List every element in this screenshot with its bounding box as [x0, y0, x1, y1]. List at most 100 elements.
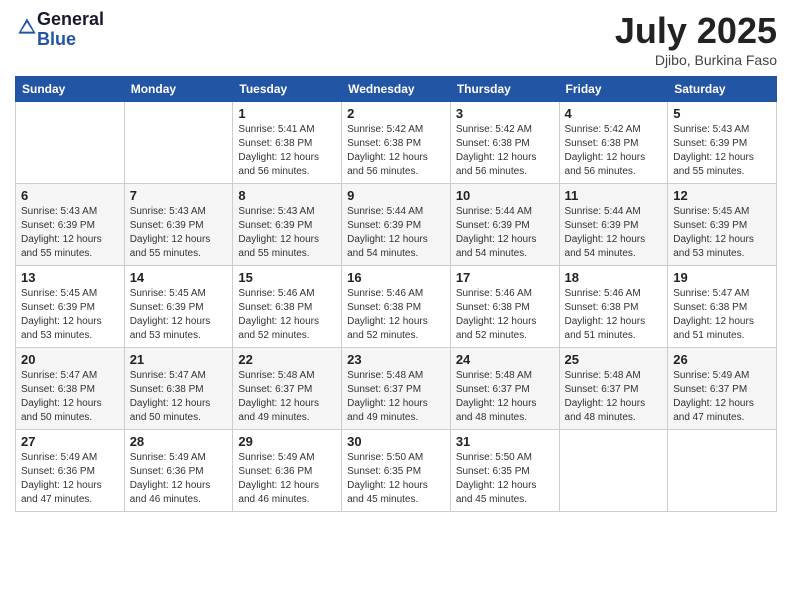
- day-info: Sunrise: 5:44 AMSunset: 6:39 PMDaylight:…: [565, 205, 663, 261]
- day-number: 31: [456, 434, 554, 449]
- day-number: 15: [238, 270, 336, 285]
- day-info: Sunrise: 5:42 AMSunset: 6:38 PMDaylight:…: [565, 123, 663, 179]
- header-day-thursday: Thursday: [450, 77, 559, 102]
- header-day-tuesday: Tuesday: [233, 77, 342, 102]
- calendar-cell: 16 Sunrise: 5:46 AMSunset: 6:38 PMDayligh…: [342, 266, 451, 348]
- calendar-cell: 20 Sunrise: 5:47 AMSunset: 6:38 PMDayligh…: [16, 348, 125, 430]
- day-info: Sunrise: 5:43 AMSunset: 6:39 PMDaylight:…: [238, 205, 336, 261]
- calendar-cell: 10 Sunrise: 5:44 AMSunset: 6:39 PMDayligh…: [450, 184, 559, 266]
- calendar-cell: 15 Sunrise: 5:46 AMSunset: 6:38 PMDayligh…: [233, 266, 342, 348]
- calendar-cell: [559, 430, 668, 512]
- day-number: 24: [456, 352, 554, 367]
- title-section: July 2025 Djibo, Burkina Faso: [615, 10, 777, 68]
- day-number: 6: [21, 188, 119, 203]
- calendar-cell: 19Sunrise: 5:47 AMSunset: 6:38 PMDayligh…: [668, 266, 777, 348]
- calendar-cell: [668, 430, 777, 512]
- month-title: July 2025: [615, 10, 777, 52]
- day-number: 26: [673, 352, 771, 367]
- day-info: Sunrise: 5:47 AMSunset: 6:38 PMDaylight:…: [21, 369, 119, 425]
- calendar-cell: 2Sunrise: 5:42 AMSunset: 6:38 PMDaylight…: [342, 102, 451, 184]
- day-number: 20: [21, 352, 119, 367]
- day-number: 10: [456, 188, 554, 203]
- calendar-cell: 31Sunrise: 5:50 AMSunset: 6:35 PMDayligh…: [450, 430, 559, 512]
- day-number: 4: [565, 106, 663, 121]
- day-info: Sunrise: 5:48 AMSunset: 6:37 PMDaylight:…: [238, 369, 336, 425]
- calendar-cell: 29Sunrise: 5:49 AMSunset: 6:36 PMDayligh…: [233, 430, 342, 512]
- day-info: Sunrise: 5:46 AMSunset: 6:38 PMDaylight:…: [456, 287, 554, 343]
- day-number: 7: [130, 188, 228, 203]
- calendar-cell: 5 Sunrise: 5:43 AMSunset: 6:39 PMDaylight…: [668, 102, 777, 184]
- calendar-cell: 11 Sunrise: 5:44 AMSunset: 6:39 PMDayligh…: [559, 184, 668, 266]
- day-info: Sunrise: 5:47 AMSunset: 6:38 PMDaylight:…: [130, 369, 228, 425]
- page: General Blue July 2025 Djibo, Burkina Fa…: [0, 0, 792, 612]
- calendar-cell: 30 Sunrise: 5:50 AMSunset: 6:35 PMDayligh…: [342, 430, 451, 512]
- calendar-cell: 7 Sunrise: 5:43 AMSunset: 6:39 PMDaylight…: [124, 184, 233, 266]
- day-info: Sunrise: 5:44 AMSunset: 6:39 PMDaylight:…: [456, 205, 554, 261]
- day-info: Sunrise: 5:42 AMSunset: 6:38 PMDaylight:…: [456, 123, 554, 179]
- day-info: Sunrise: 5:49 AMSunset: 6:36 PMDaylight:…: [238, 451, 336, 507]
- day-info: Sunrise: 5:49 AMSunset: 6:37 PMDaylight:…: [673, 369, 771, 425]
- calendar-cell: 13Sunrise: 5:45 AMSunset: 6:39 PMDayligh…: [16, 266, 125, 348]
- day-number: 22: [238, 352, 336, 367]
- calendar-cell: 26 Sunrise: 5:49 AMSunset: 6:37 PMDayligh…: [668, 348, 777, 430]
- header-row: SundayMondayTuesdayWednesdayThursdayFrid…: [16, 77, 777, 102]
- day-info: Sunrise: 5:46 AMSunset: 6:38 PMDaylight:…: [238, 287, 336, 343]
- day-number: 25: [565, 352, 663, 367]
- day-number: 8: [238, 188, 336, 203]
- day-info: Sunrise: 5:43 AMSunset: 6:39 PMDaylight:…: [130, 205, 228, 261]
- day-info: Sunrise: 5:42 AMSunset: 6:38 PMDaylight:…: [347, 123, 445, 179]
- week-row-1: 1 Sunrise: 5:41 AMSunset: 6:38 PMDaylight…: [16, 102, 777, 184]
- calendar-cell: [124, 102, 233, 184]
- calendar-cell: 25Sunrise: 5:48 AMSunset: 6:37 PMDayligh…: [559, 348, 668, 430]
- calendar-cell: 28Sunrise: 5:49 AMSunset: 6:36 PMDayligh…: [124, 430, 233, 512]
- logo-blue: Blue: [37, 30, 104, 50]
- calendar-cell: 23Sunrise: 5:48 AMSunset: 6:37 PMDayligh…: [342, 348, 451, 430]
- calendar-cell: 4 Sunrise: 5:42 AMSunset: 6:38 PMDaylight…: [559, 102, 668, 184]
- day-number: 17: [456, 270, 554, 285]
- day-info: Sunrise: 5:41 AMSunset: 6:38 PMDaylight:…: [238, 123, 336, 179]
- calendar-cell: 6 Sunrise: 5:43 AMSunset: 6:39 PMDaylight…: [16, 184, 125, 266]
- day-number: 18: [565, 270, 663, 285]
- day-info: Sunrise: 5:49 AMSunset: 6:36 PMDaylight:…: [21, 451, 119, 507]
- day-number: 5: [673, 106, 771, 121]
- day-info: Sunrise: 5:43 AMSunset: 6:39 PMDaylight:…: [673, 123, 771, 179]
- calendar-cell: 18Sunrise: 5:46 AMSunset: 6:38 PMDayligh…: [559, 266, 668, 348]
- header-day-saturday: Saturday: [668, 77, 777, 102]
- day-info: Sunrise: 5:48 AMSunset: 6:37 PMDaylight:…: [456, 369, 554, 425]
- day-info: Sunrise: 5:48 AMSunset: 6:37 PMDaylight:…: [347, 369, 445, 425]
- calendar-cell: 22 Sunrise: 5:48 AMSunset: 6:37 PMDayligh…: [233, 348, 342, 430]
- day-info: Sunrise: 5:46 AMSunset: 6:38 PMDaylight:…: [347, 287, 445, 343]
- day-info: Sunrise: 5:50 AMSunset: 6:35 PMDaylight:…: [347, 451, 445, 507]
- week-row-2: 6 Sunrise: 5:43 AMSunset: 6:39 PMDaylight…: [16, 184, 777, 266]
- day-info: Sunrise: 5:44 AMSunset: 6:39 PMDaylight:…: [347, 205, 445, 261]
- header-day-sunday: Sunday: [16, 77, 125, 102]
- logo-icon: [17, 17, 37, 37]
- day-info: Sunrise: 5:43 AMSunset: 6:39 PMDaylight:…: [21, 205, 119, 261]
- day-number: 14: [130, 270, 228, 285]
- calendar-table: SundayMondayTuesdayWednesdayThursdayFrid…: [15, 76, 777, 512]
- day-number: 13: [21, 270, 119, 285]
- day-info: Sunrise: 5:45 AMSunset: 6:39 PMDaylight:…: [673, 205, 771, 261]
- day-number: 11: [565, 188, 663, 203]
- logo: General Blue: [15, 10, 104, 50]
- day-number: 21: [130, 352, 228, 367]
- calendar-cell: 17 Sunrise: 5:46 AMSunset: 6:38 PMDayligh…: [450, 266, 559, 348]
- day-number: 1: [238, 106, 336, 121]
- header-day-friday: Friday: [559, 77, 668, 102]
- day-info: Sunrise: 5:47 AMSunset: 6:38 PMDaylight:…: [673, 287, 771, 343]
- calendar-cell: 1 Sunrise: 5:41 AMSunset: 6:38 PMDaylight…: [233, 102, 342, 184]
- week-row-3: 13 Sunrise: 5:45 AMSunset: 6:39 PMDayligh…: [16, 266, 777, 348]
- header-day-wednesday: Wednesday: [342, 77, 451, 102]
- calendar-cell: 8 Sunrise: 5:43 AMSunset: 6:39 PMDaylight…: [233, 184, 342, 266]
- day-number: 30: [347, 434, 445, 449]
- day-number: 27: [21, 434, 119, 449]
- day-info: Sunrise: 5:45 AMSunset: 6:39 PMDaylight:…: [130, 287, 228, 343]
- calendar-cell: 14 Sunrise: 5:45 AMSunset: 6:39 PMDayligh…: [124, 266, 233, 348]
- day-info: Sunrise: 5:49 AMSunset: 6:36 PMDaylight:…: [130, 451, 228, 507]
- calendar-cell: 9 Sunrise: 5:44 AMSunset: 6:39 PMDaylight…: [342, 184, 451, 266]
- day-number: 16: [347, 270, 445, 285]
- day-number: 9: [347, 188, 445, 203]
- calendar-cell: 24 Sunrise: 5:48 AMSunset: 6:37 PMDayligh…: [450, 348, 559, 430]
- calendar-cell: 12Sunrise: 5:45 AMSunset: 6:39 PMDayligh…: [668, 184, 777, 266]
- header: General Blue July 2025 Djibo, Burkina Fa…: [15, 10, 777, 68]
